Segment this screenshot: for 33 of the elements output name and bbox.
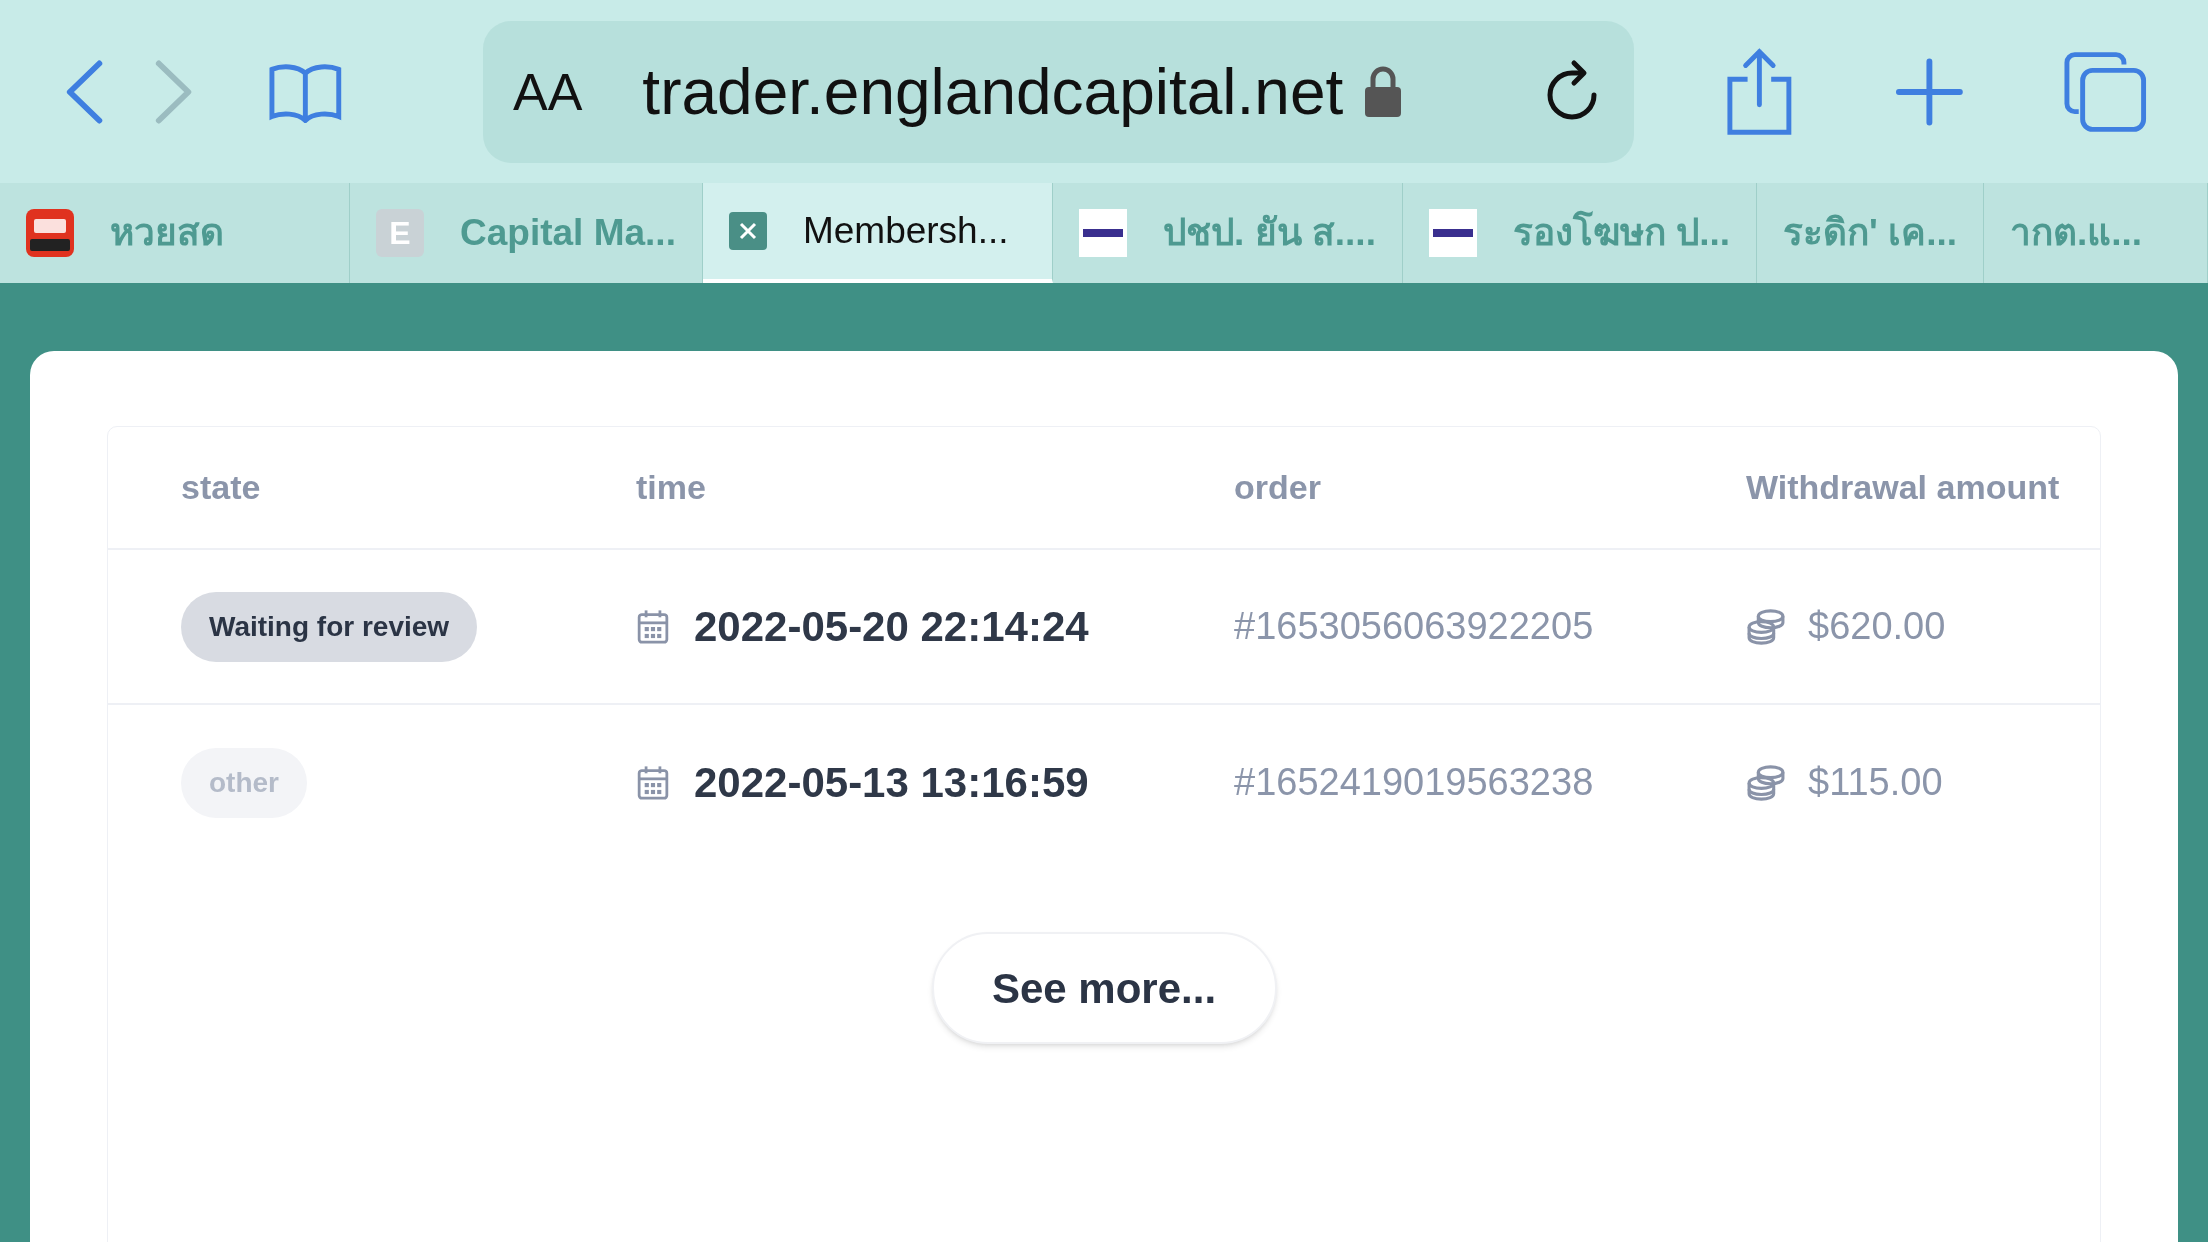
tabs-icon[interactable] — [2063, 49, 2148, 134]
column-header: order — [1234, 467, 1322, 508]
column-header: time — [636, 467, 707, 508]
news-logo-icon — [1429, 209, 1477, 257]
time-cell-text: 2022-05-13 13:16:59 — [694, 758, 1089, 808]
order-cell-text: #1653056063922205 — [1234, 604, 1595, 649]
browser-tab[interactable]: ปชป. ยัน ส.... — [1052, 183, 1403, 283]
news-logo-icon — [1078, 209, 1127, 257]
calendar-icon — [636, 764, 670, 801]
order-cell-text: #1652419019563238 — [1234, 760, 1595, 805]
plus-icon[interactable] — [1894, 56, 1964, 127]
close-icon[interactable] — [728, 212, 767, 250]
column-header: Withdrawal amount — [1746, 467, 2061, 508]
time-cell-text: 2022-05-20 22:14:24 — [694, 602, 1089, 652]
coins-icon — [1746, 607, 1786, 646]
coins-icon — [1746, 763, 1786, 802]
column-header: state — [181, 467, 262, 508]
browser-tab[interactable]: รองโฆษก ป... — [1403, 183, 1758, 283]
amount-cell-text: $115.00 — [1808, 760, 1943, 805]
url-text: trader.englandcapital.net — [642, 54, 1344, 130]
address-bar[interactable]: AA trader.englandcapital.net — [482, 20, 1634, 163]
see-more-button[interactable]: See more... — [931, 932, 1277, 1044]
browser-tab[interactable]: หวยสด — [0, 183, 351, 283]
browser-tab[interactable]: ากต.แ... — [1984, 183, 2208, 283]
status-badge: other — [181, 747, 307, 818]
text-size-button[interactable]: AA — [512, 52, 583, 131]
lottery-logo-icon — [26, 209, 74, 257]
browser-tab[interactable]: ระดิก' เค... — [1757, 183, 1985, 283]
amount-cell-text: $620.00 — [1808, 604, 1946, 649]
calendar-icon — [636, 608, 670, 645]
status-badge: Waiting for review — [181, 591, 478, 662]
browser-tab[interactable]: Membersh... — [702, 183, 1053, 283]
lock-icon — [1363, 64, 1404, 119]
